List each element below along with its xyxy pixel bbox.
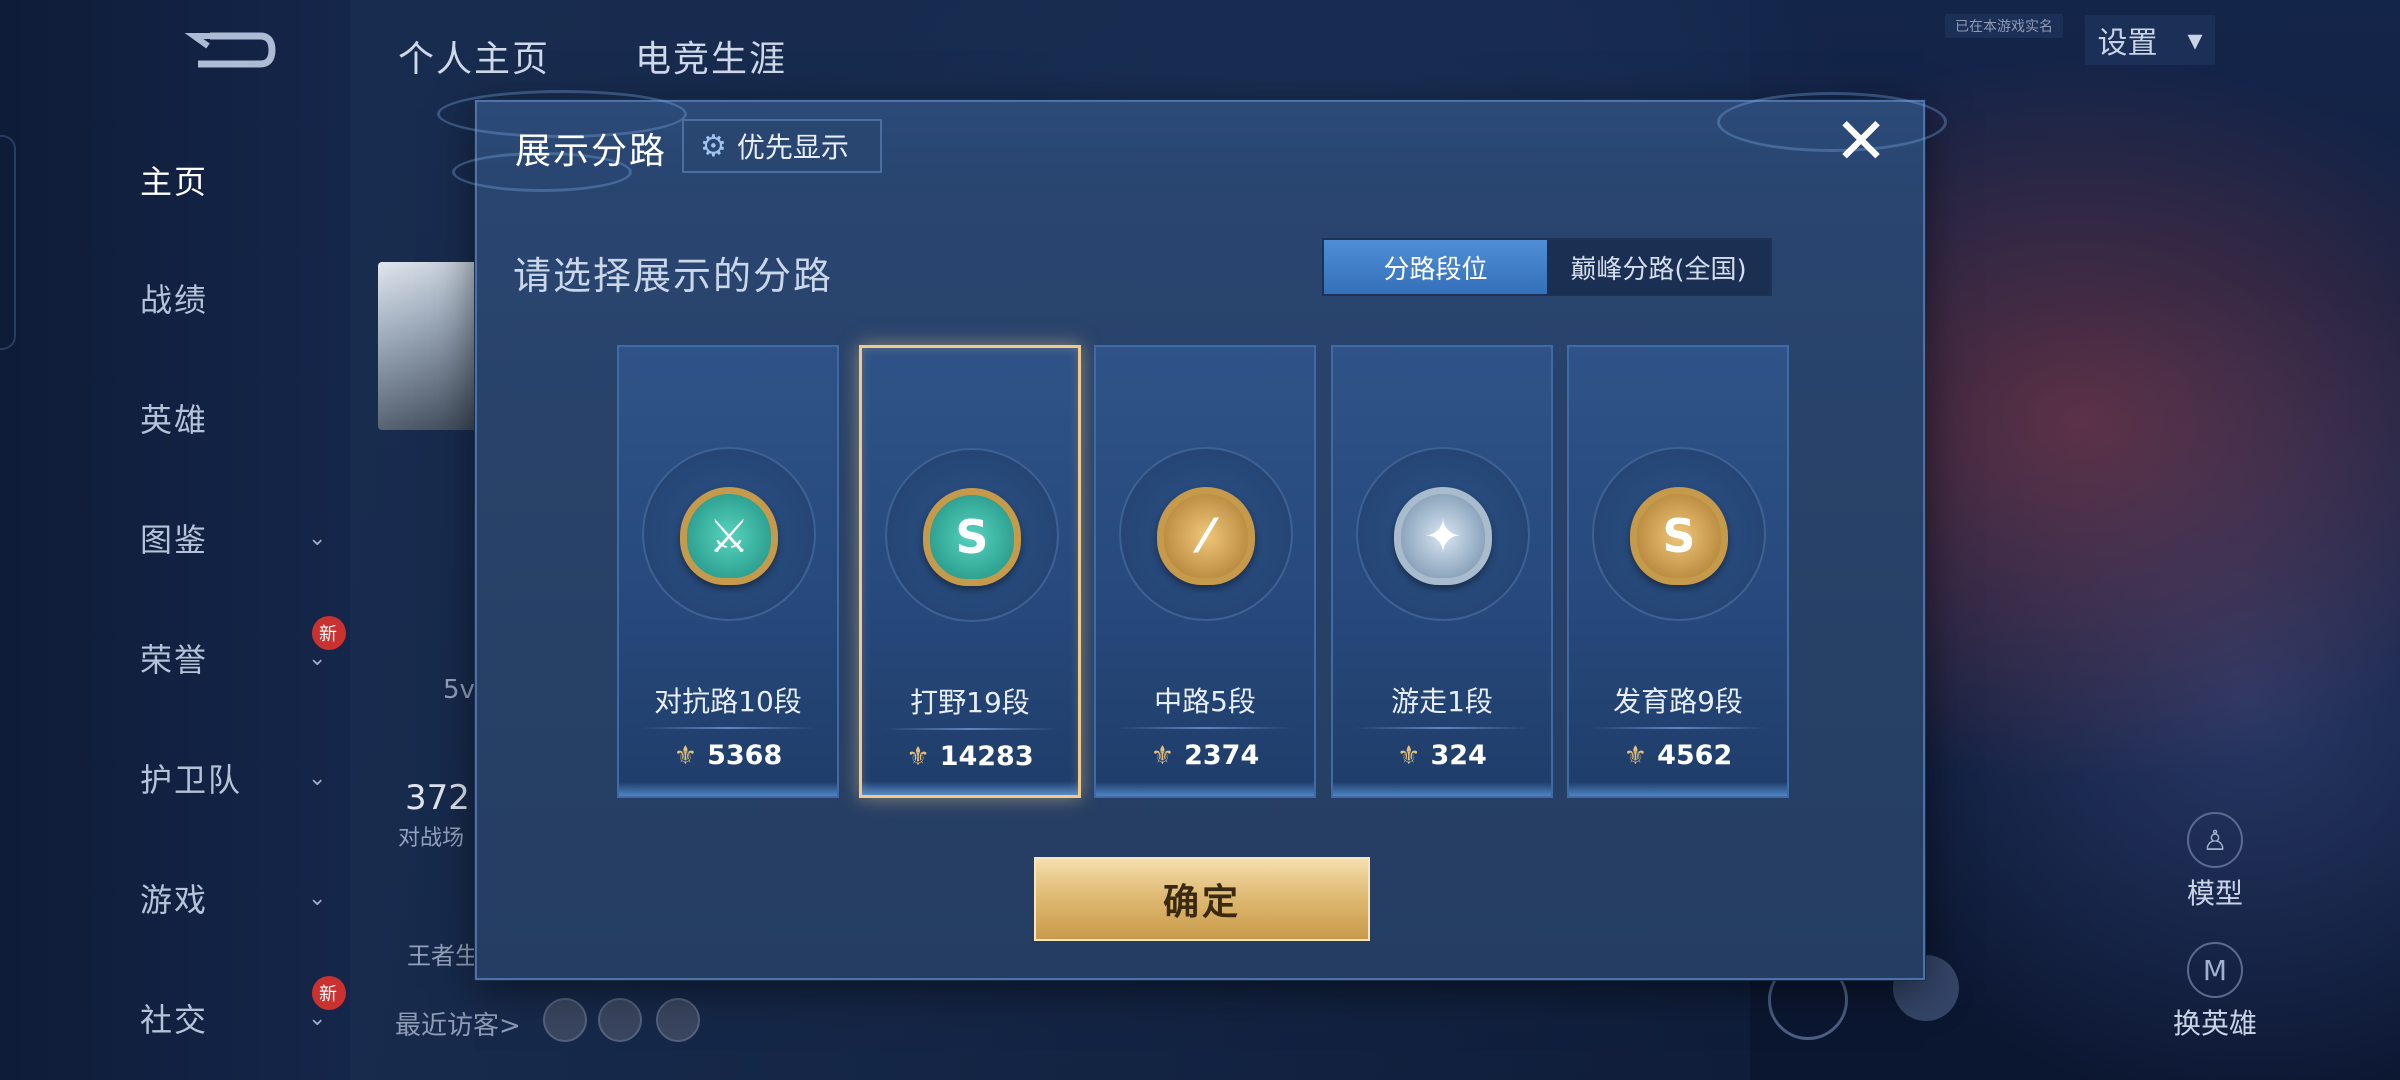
divider: [884, 728, 1056, 730]
rank-emblem: ⁄: [1157, 487, 1255, 585]
edge-handle[interactable]: [0, 135, 16, 350]
settings-label: 设置: [2097, 26, 2158, 61]
chevron-down-icon: ▾: [2187, 22, 2203, 58]
divider: [1355, 727, 1529, 729]
lane-rank-label: 对抗路10段: [654, 685, 802, 718]
power-icon: ⚜: [1150, 740, 1175, 771]
staff-icon: ⁄: [1154, 482, 1258, 590]
close-button[interactable]: ✕: [1831, 110, 1891, 174]
lane-rank-label: 中路5段: [1154, 685, 1256, 718]
nav-item[interactable]: 战绩: [140, 268, 340, 328]
confirm-button[interactable]: 确定: [1034, 857, 1370, 941]
nav-item[interactable]: 英雄: [140, 388, 340, 448]
power-icon: ⚜: [673, 740, 698, 771]
rank-emblem: ⚔: [680, 487, 778, 585]
lane-score: ⚜ 14283: [862, 741, 1078, 772]
tab-personal-home[interactable]: 个人主页: [398, 30, 550, 82]
lane-card[interactable]: ✦ 游走1段 ⚜ 324: [1331, 345, 1553, 798]
model-label: 模型: [2186, 877, 2243, 910]
tab-lane-rank[interactable]: 分路段位: [1324, 240, 1547, 294]
nav-item-label: 英雄: [140, 401, 209, 439]
partial-caption: 对战场: [398, 826, 465, 851]
model-button[interactable]: ♙ 模型: [2165, 812, 2265, 912]
hero-swap-icon: M: [2187, 942, 2243, 998]
lane-card[interactable]: ⁄ 中路5段 ⚜ 2374: [1094, 345, 1316, 798]
nav-item[interactable]: 主页: [140, 150, 340, 210]
chevron-down-icon: ⌄: [308, 765, 329, 791]
new-badge: 新: [312, 616, 346, 650]
change-hero-button[interactable]: M 换英雄: [2165, 942, 2265, 1042]
back-button[interactable]: [180, 28, 280, 78]
power-icon: ⚜: [1623, 740, 1648, 771]
rank-emblem: S: [1630, 487, 1728, 585]
partial-number: 372: [405, 778, 470, 818]
figure-icon: ♙: [2187, 812, 2243, 868]
lane-score: ⚜ 324: [1333, 740, 1551, 771]
lane-rank-label: 发育路9段: [1613, 685, 1743, 718]
score-value: 5368: [707, 740, 783, 771]
nav-item[interactable]: 社交 ⌄ 新: [140, 976, 346, 1048]
chevron-down-icon: ⌄: [308, 525, 329, 551]
lane-rank-label: 打野19段: [910, 686, 1030, 719]
lane-card[interactable]: ⚔ 对抗路10段 ⚜ 5368: [617, 345, 839, 798]
lane-card[interactable]: S 发育路9段 ⚜ 4562: [1567, 345, 1789, 798]
lane-display-dialog: 展示分路 ⚙ 优先显示 ✕ 请选择展示的分路 分路段位 巅峰分路(全国) ⚔ 对抗…: [437, 90, 1947, 980]
nav-item[interactable]: 荣誉 ⌄ 新: [140, 616, 346, 688]
nav-item-label: 荣誉: [140, 641, 209, 679]
visitor-avatar[interactable]: [656, 998, 700, 1042]
visitor-avatar[interactable]: [543, 998, 587, 1042]
nav-item-label: 主页: [140, 163, 209, 201]
tab-peak-lane-national[interactable]: 巅峰分路(全国): [1547, 240, 1770, 294]
back-arrow-icon: [184, 32, 276, 68]
score-value: 14283: [939, 741, 1034, 772]
sword-shield-icon: ⚔: [677, 482, 781, 590]
divider: [641, 727, 815, 729]
lane-card[interactable]: S 打野19段 ⚜ 14283: [859, 345, 1081, 798]
nav-item-label: 游戏: [140, 881, 209, 919]
nav-item[interactable]: 图鉴 ⌄: [140, 508, 340, 568]
score-value: 2374: [1184, 740, 1260, 771]
realname-tag: 已在本游戏实名: [1945, 14, 2063, 38]
nav-item[interactable]: 游戏 ⌄: [140, 868, 340, 928]
partial-label: 5v: [443, 675, 475, 705]
new-badge: 新: [312, 976, 346, 1010]
settings-dropdown[interactable]: 设置 ▾: [2085, 15, 2215, 65]
lane-rank-label: 游走1段: [1391, 685, 1493, 718]
chevron-down-icon: ⌄: [308, 885, 329, 911]
score-value: 324: [1430, 740, 1487, 771]
nav-item-label: 图鉴: [140, 521, 209, 559]
rank-emblem: ✦: [1394, 487, 1492, 585]
tab-esports-career[interactable]: 电竞生涯: [635, 30, 787, 82]
nav-item-label: 社交: [140, 1001, 209, 1039]
lane-score: ⚜ 2374: [1096, 740, 1314, 771]
lane-score: ⚜ 5368: [619, 740, 837, 771]
dialog-subtitle: 请选择展示的分路: [513, 254, 834, 298]
ranking-type-toggle: 分路段位 巅峰分路(全国): [1322, 238, 1772, 296]
rank-emblem: S: [923, 488, 1021, 586]
avatar[interactable]: [378, 262, 478, 430]
priority-label: 优先显示: [736, 131, 849, 164]
close-icon: ✕: [1834, 105, 1888, 179]
power-icon: ⚜: [1397, 740, 1421, 771]
lane-score: ⚜ 4562: [1569, 740, 1787, 771]
wings-icon: ✦: [1391, 482, 1495, 590]
nav-item-label: 战绩: [140, 281, 209, 319]
divider: [1591, 727, 1765, 729]
partial-caption-2: 王者生: [407, 942, 479, 970]
power-icon: ⚜: [906, 741, 930, 772]
visitor-avatar[interactable]: [598, 998, 642, 1042]
divider: [1118, 727, 1292, 729]
change-hero-label: 换英雄: [2172, 1007, 2257, 1040]
arrow-icon: S: [1627, 482, 1731, 590]
recent-visitors-link[interactable]: 最近访客>: [395, 1005, 521, 1042]
dragon-icon: S: [920, 483, 1024, 591]
nav-item-label: 护卫队: [140, 761, 243, 799]
priority-display-button[interactable]: ⚙ 优先显示: [682, 119, 882, 173]
score-value: 4562: [1657, 740, 1733, 771]
nav-item[interactable]: 护卫队 ⌄: [140, 748, 340, 808]
dialog-title: 展示分路: [515, 131, 668, 172]
gear-icon: ⚙: [700, 128, 727, 164]
